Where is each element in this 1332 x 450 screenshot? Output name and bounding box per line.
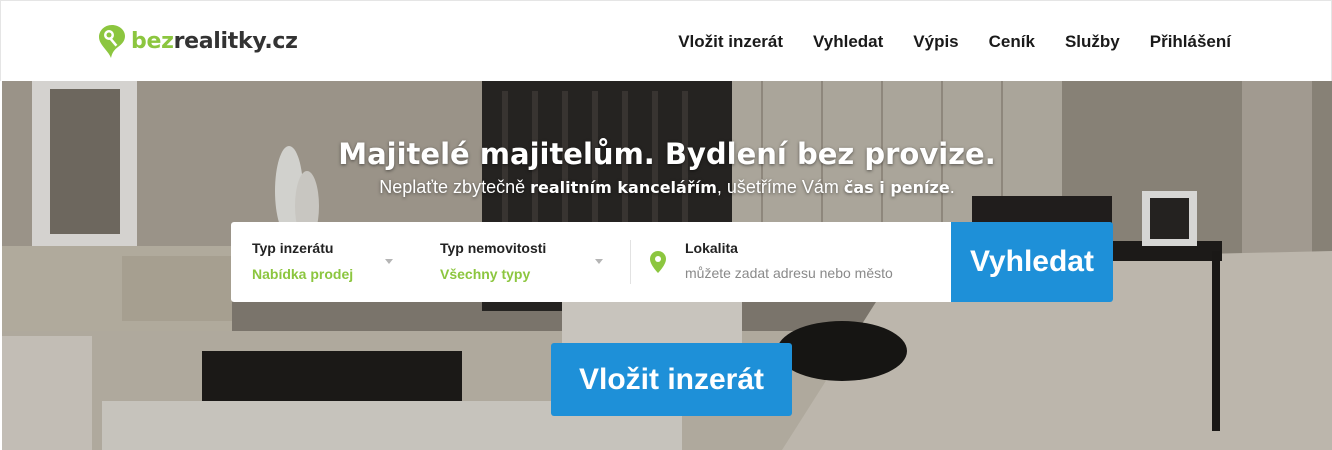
nav-search[interactable]: Vyhledat <box>813 32 883 52</box>
key-pin-icon <box>99 25 125 58</box>
nav-listings[interactable]: Výpis <box>913 32 958 52</box>
hero-title: Majitelé majitelům. Bydlení bez provize. <box>338 137 996 171</box>
nav-services[interactable]: Služby <box>1065 32 1120 52</box>
search-button[interactable]: Vyhledat <box>951 222 1113 302</box>
search-bar: Typ inzerátu Nabídka prodej Typ nemovito… <box>231 222 1113 302</box>
logo-text: bezrealitky.cz <box>131 28 298 54</box>
location-field: Lokalita <box>631 222 951 302</box>
search-fields: Typ inzerátu Nabídka prodej Typ nemovito… <box>231 222 951 302</box>
listing-type-value: Nabídka prodej <box>252 266 354 282</box>
nav-pricing[interactable]: Ceník <box>989 32 1035 52</box>
location-label: Lokalita <box>685 240 738 256</box>
listing-type-select[interactable]: Typ inzerátu Nabídka prodej <box>231 222 419 302</box>
nav-post-listing[interactable]: Vložit inzerát <box>678 32 783 52</box>
map-pin-icon <box>650 251 666 273</box>
property-type-value: Všechny typy <box>440 266 531 282</box>
listing-type-label: Typ inzerátu <box>252 240 334 256</box>
hero-section: Majitelé majitelům. Bydlení bez provize.… <box>2 81 1332 450</box>
caret-down-icon <box>385 259 393 264</box>
post-listing-button[interactable]: Vložit inzerát <box>551 343 792 416</box>
nav-login[interactable]: Přihlášení <box>1150 32 1231 52</box>
hero-subtitle: Neplaťte zbytečně realitním kancelářím, … <box>379 177 955 197</box>
property-type-label: Typ nemovitosti <box>440 240 547 256</box>
main-nav: Vložit inzerát Vyhledat Výpis Ceník Služ… <box>648 1 1231 82</box>
site-header: bezrealitky.cz Vložit inzerát Vyhledat V… <box>0 0 1332 81</box>
location-input[interactable] <box>685 265 925 281</box>
logo[interactable]: bezrealitky.cz <box>97 23 298 59</box>
property-type-select[interactable]: Typ nemovitosti Všechny typy <box>419 240 631 284</box>
caret-down-icon <box>595 259 603 264</box>
